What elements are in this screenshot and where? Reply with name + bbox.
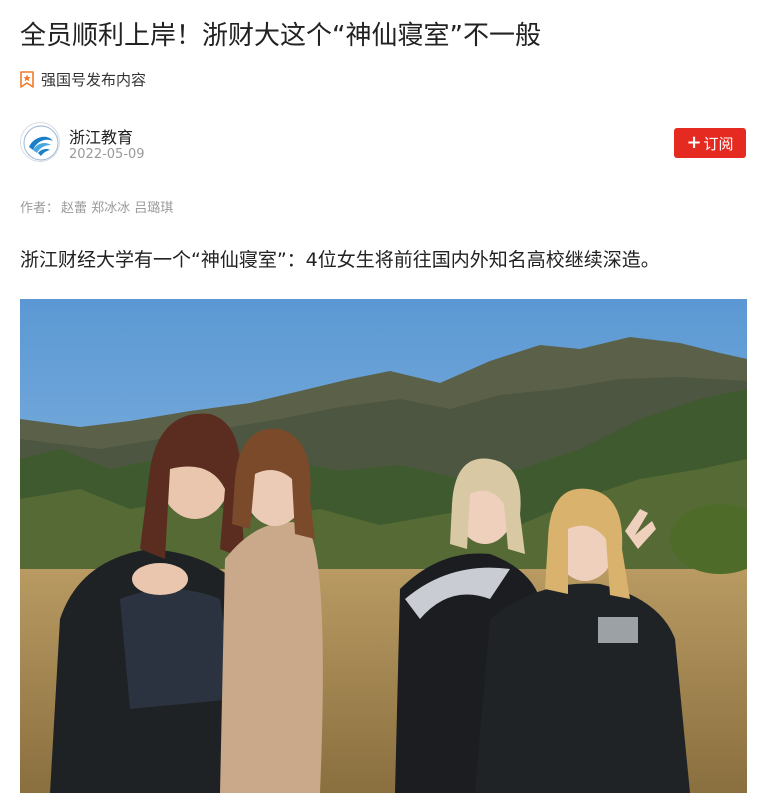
author-names: 赵蕾 郑冰冰 吕璐琪 xyxy=(61,201,174,216)
article-photo xyxy=(20,299,747,793)
account-row: 浙江教育 2022-05-09 + 订阅 xyxy=(20,120,750,166)
avatar[interactable] xyxy=(20,122,60,162)
subscribe-button[interactable]: + 订阅 xyxy=(674,128,746,158)
article-lead-paragraph: 浙江财经大学有一个“神仙寝室”：4位女生将前往国内外知名高校继续深造。 xyxy=(20,249,660,271)
author-prefix: 作者： xyxy=(20,201,60,216)
group-photo-illustration xyxy=(20,299,747,793)
source-tag: 强国号发布内容 xyxy=(20,68,146,90)
article-title: 全员顺利上岸！浙财大这个“神仙寝室”不一般 xyxy=(20,21,541,51)
bookmark-star-icon xyxy=(20,70,34,88)
account-name[interactable]: 浙江教育 xyxy=(69,124,133,148)
article-page: 全员顺利上岸！浙财大这个“神仙寝室”不一般 强国号发布内容 浙江教育 2022-… xyxy=(0,0,769,793)
source-label: 强国号发布内容 xyxy=(41,70,147,89)
zhejiang-education-logo-icon xyxy=(23,125,59,161)
plus-icon: + xyxy=(686,132,702,153)
subscribe-label: 订阅 xyxy=(703,134,734,153)
publish-date: 2022-05-09 xyxy=(69,147,145,162)
author-credits: 作者： 赵蕾 郑冰冰 吕璐琪 xyxy=(20,197,173,216)
